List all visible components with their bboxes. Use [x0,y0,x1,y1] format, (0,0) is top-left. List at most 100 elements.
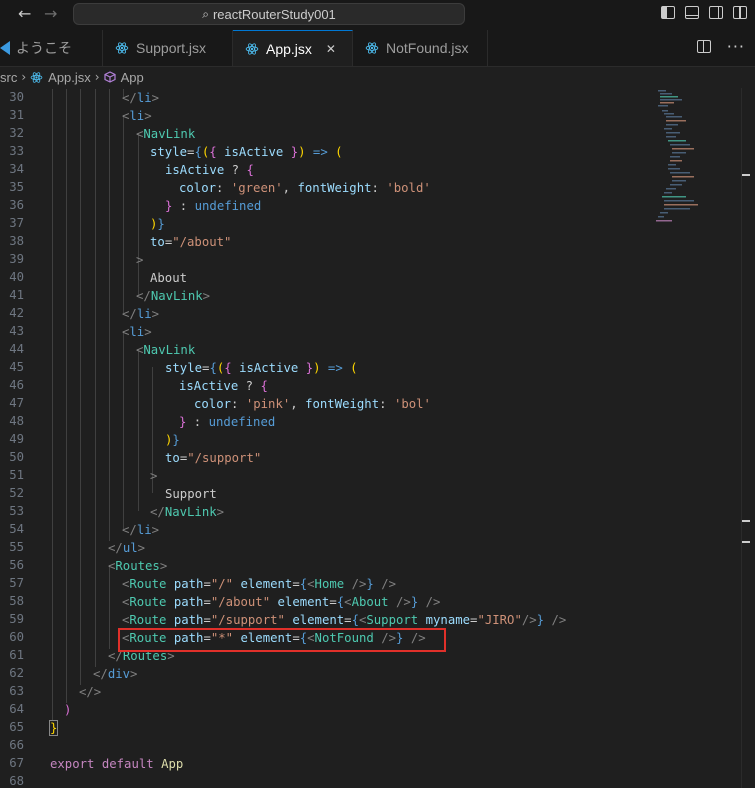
line-number: 50 [9,450,24,464]
line-number: 45 [9,360,24,374]
scrollbar-marker [742,541,750,543]
line-number: 57 [9,576,24,590]
arrow-right-icon[interactable]: → [44,4,57,23]
code-line-52: Support [165,487,217,501]
toggle-panel-icon[interactable] [685,6,699,19]
code-line-37: )} [150,217,165,231]
line-number: 33 [9,144,24,158]
code-line-56: <Routes> [108,559,168,573]
code-line-64: ) [64,703,72,717]
layout-controls [661,6,747,19]
line-number: 61 [9,648,24,662]
line-number: 52 [9,486,24,500]
line-number: 38 [9,234,24,248]
line-number: 41 [9,288,24,302]
line-number: 59 [9,612,24,626]
code-line-48: } : undefined [179,415,276,429]
code-line-63: </> [79,685,102,699]
line-number: 60 [9,630,24,644]
editor-actions: ··· [696,38,745,54]
line-number: 30 [9,90,24,104]
code-line-47: color: 'pink', fontWeight: 'bol' [194,397,431,411]
close-icon[interactable]: ✕ [326,42,336,56]
command-center-search[interactable]: ⌕ reactRouterStudy001 [73,3,465,25]
tab-app-jsx[interactable]: App.jsx ✕ [233,30,353,66]
scrollbar-marker [742,520,750,522]
code-line-32: <NavLink [136,127,196,141]
line-number: 56 [9,558,24,572]
line-number: 65 [9,720,24,734]
code-line-34: isActive ? { [165,163,254,177]
tab-label: ようこそ [16,40,72,56]
line-number: 67 [9,756,24,770]
code-line-31: <li> [122,109,152,123]
code-line-38: to="/about" [150,235,232,249]
line-number: 42 [9,306,24,320]
chevron-right-icon: › [94,70,100,84]
code-line-30: </li> [122,91,160,105]
line-number: 63 [9,684,24,698]
breadcrumb-item-file[interactable]: App.jsx [48,70,91,85]
line-number: 36 [9,198,24,212]
tab-notfound-jsx[interactable]: NotFound.jsx [353,30,488,66]
line-number: 32 [9,126,24,140]
line-number: 34 [9,162,24,176]
line-number: 39 [9,252,24,266]
toggle-secondary-sidebar-icon[interactable] [709,6,723,19]
toggle-primary-sidebar-icon[interactable] [661,6,675,19]
vertical-scrollbar[interactable] [741,88,755,788]
search-icon: ⌕ [202,6,209,21]
react-icon [365,42,379,54]
line-number: 51 [9,468,24,482]
code-line-58: <Route path="/about" element={<About />}… [122,595,441,609]
tab-label: App.jsx [266,40,312,57]
tab-welcome[interactable]: ようこそ [0,30,103,66]
code-line-54: </li> [122,523,160,537]
line-number: 49 [9,432,24,446]
code-editor[interactable]: 30 31 32 33 34 35 36 37 38 39 40 41 42 43 44 45 46 47 48 49… [0,89,650,788]
code-line-39: > [136,253,144,267]
code-line-36: } : undefined [165,199,262,213]
breadcrumb-item-src[interactable]: src [0,70,17,85]
line-number: 31 [9,108,24,122]
more-actions-icon[interactable]: ··· [727,38,745,54]
cube-symbol-icon [104,71,116,83]
code-line-41: </NavLink> [136,289,211,303]
chevron-right-icon: › [21,70,27,84]
split-editor-icon[interactable] [696,40,711,53]
customize-layout-icon[interactable] [733,6,747,19]
line-number: 35 [9,180,24,194]
arrow-left-icon[interactable]: ← [18,4,31,23]
line-number: 37 [9,216,24,230]
tab-support-jsx[interactable]: Support.jsx [103,30,233,66]
code-line-45: style={({ isActive }) => ( [165,361,358,375]
line-number: 48 [9,414,24,428]
react-icon [245,42,259,55]
line-number: 40 [9,270,24,284]
breadcrumb: src › App.jsx › App [0,67,755,87]
tab-label: NotFound.jsx [386,40,469,56]
code-line-57: <Route path="/" element={<Home />} /> [122,577,397,591]
code-line-51: > [150,469,158,483]
line-number: 68 [9,774,24,788]
line-number: 46 [9,378,24,392]
code-line-67: export default App [50,757,184,771]
code-line-35: color: 'green', fontWeight: 'bold' [179,181,431,195]
line-number: 43 [9,324,24,338]
line-number: 47 [9,396,24,410]
code-line-65: } [48,720,59,736]
line-number: 62 [9,666,24,680]
minimap[interactable] [652,88,742,238]
line-number: 64 [9,702,24,716]
scrollbar-marker [742,174,750,176]
search-text: reactRouterStudy001 [212,6,336,22]
line-number: 66 [9,738,24,752]
line-number: 54 [9,522,24,536]
breadcrumb-item-symbol[interactable]: App [121,70,144,85]
line-number: 55 [9,540,24,554]
highlight-box [118,628,446,652]
code-line-59: <Route path="/support" element={<Support… [122,613,567,627]
code-line-53: </NavLink> [150,505,225,519]
code-line-43: <li> [122,325,152,339]
code-line-49: )} [165,433,180,447]
